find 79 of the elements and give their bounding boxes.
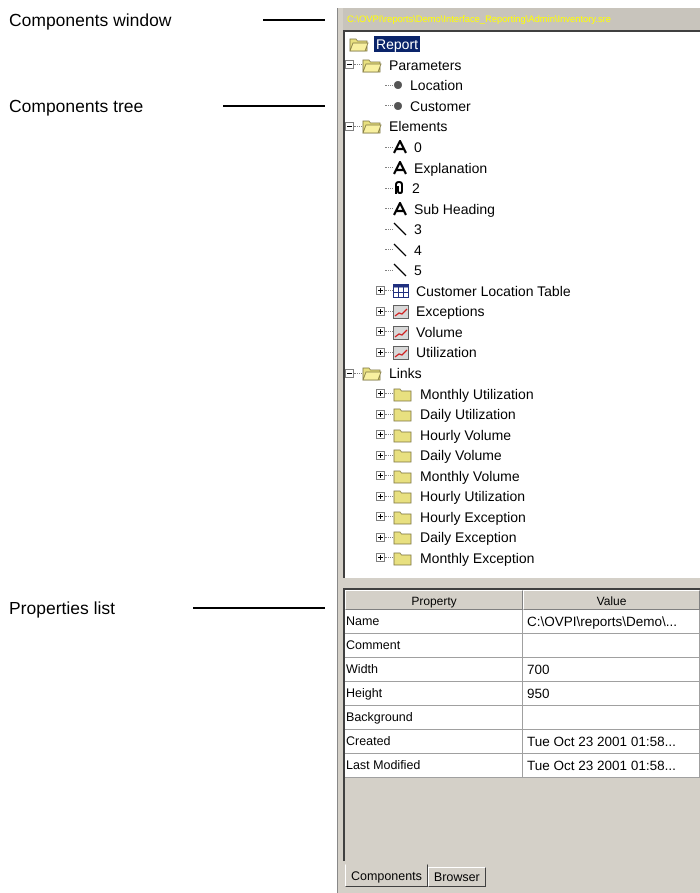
column-header[interactable]: Value xyxy=(523,590,700,610)
expand-toggle[interactable] xyxy=(376,389,385,398)
tree-item[interactable]: Links xyxy=(387,365,424,382)
dot-icon xyxy=(393,80,403,90)
tree-item[interactable]: Monthly Utilization xyxy=(418,386,536,402)
tree-item[interactable]: Elements xyxy=(387,118,450,134)
tab[interactable]: Browser xyxy=(428,867,486,887)
tree-item[interactable]: Volume xyxy=(414,324,465,340)
tree-item[interactable]: Monthly Volume xyxy=(418,468,522,484)
tree-item[interactable]: Customer Location Table xyxy=(414,282,573,299)
tree-item[interactable]: Parameters xyxy=(387,56,464,73)
line-icon xyxy=(393,222,407,236)
folder-icon xyxy=(393,488,413,504)
tree-item[interactable]: 0 xyxy=(412,139,424,155)
tree-item[interactable]: 2 xyxy=(410,180,422,196)
line-icon xyxy=(393,263,407,278)
tree-item[interactable]: Daily Volume xyxy=(418,447,504,464)
tab[interactable]: Components xyxy=(345,864,428,887)
expand-toggle[interactable] xyxy=(345,368,354,378)
expand-toggle[interactable] xyxy=(376,327,385,336)
clip-icon xyxy=(393,181,405,196)
column-header[interactable]: Property xyxy=(345,590,523,610)
dot-icon xyxy=(393,100,403,111)
folder-icon xyxy=(362,56,382,73)
tree-item[interactable]: Daily Exception xyxy=(418,529,518,546)
folder-icon xyxy=(393,508,413,525)
callout-label: Components window xyxy=(9,10,172,30)
tree-item[interactable]: Hourly Volume xyxy=(418,426,514,443)
chart-icon xyxy=(393,344,409,360)
folder-icon xyxy=(362,118,382,134)
expand-toggle[interactable] xyxy=(345,122,354,131)
text-icon xyxy=(393,140,407,154)
table-cell: Last Modified xyxy=(345,754,523,778)
tree-item[interactable]: 3 xyxy=(412,221,424,238)
tree-item[interactable]: Hourly Utilization xyxy=(418,488,528,504)
text-icon xyxy=(393,160,407,175)
tree-item[interactable]: Location xyxy=(408,77,465,94)
text-icon xyxy=(393,202,407,216)
expand-toggle[interactable] xyxy=(376,450,385,460)
folder-icon xyxy=(393,529,413,546)
expand-toggle[interactable] xyxy=(376,306,385,316)
expand-toggle[interactable] xyxy=(376,286,385,296)
expand-toggle[interactable] xyxy=(376,553,385,562)
table-icon xyxy=(393,284,409,298)
leader-line xyxy=(263,19,325,21)
tree-item[interactable]: 5 xyxy=(412,262,424,278)
tree-item[interactable]: Sub Heading xyxy=(412,200,497,217)
line-icon xyxy=(393,242,407,257)
folder-icon xyxy=(393,447,413,464)
tree-item[interactable]: Exceptions xyxy=(414,303,486,320)
folder-icon xyxy=(393,386,413,402)
callout-label: Components tree xyxy=(9,96,144,116)
chart-icon xyxy=(393,303,409,320)
expand-toggle[interactable] xyxy=(376,410,385,419)
tree-item[interactable]: 4 xyxy=(412,242,424,258)
expand-toggle[interactable] xyxy=(376,532,385,542)
tree-item[interactable]: Customer xyxy=(408,98,473,114)
folder-icon xyxy=(393,550,413,566)
expand-toggle[interactable] xyxy=(376,430,385,440)
expand-toggle[interactable] xyxy=(376,471,385,480)
tree-item[interactable]: Monthly Exception xyxy=(418,550,536,566)
folder-icon xyxy=(393,406,413,422)
window-title: C:\OVPI\reports\Demo\Interface_Reporting\Admin\Inventory.sre xyxy=(343,8,700,30)
expand-toggle[interactable] xyxy=(376,492,385,501)
tree-item[interactable]: Utilization xyxy=(414,344,479,360)
tree-item[interactable]: Report xyxy=(374,36,420,52)
tree-item[interactable]: Explanation xyxy=(412,160,490,176)
chart-icon xyxy=(393,324,409,340)
tree-item[interactable]: Hourly Exception xyxy=(418,508,528,525)
expand-toggle[interactable] xyxy=(345,60,354,70)
folder-icon xyxy=(393,468,413,484)
folder-icon xyxy=(393,426,413,443)
folder-icon xyxy=(349,36,369,52)
expand-toggle[interactable] xyxy=(376,512,385,522)
callout-label: Properties list xyxy=(9,598,116,618)
folder-icon xyxy=(362,365,382,382)
expand-toggle[interactable] xyxy=(376,348,385,357)
tree-item[interactable]: Daily Utilization xyxy=(418,406,518,422)
table-cell: Tue Oct 23 2001 01:58... xyxy=(523,754,700,778)
